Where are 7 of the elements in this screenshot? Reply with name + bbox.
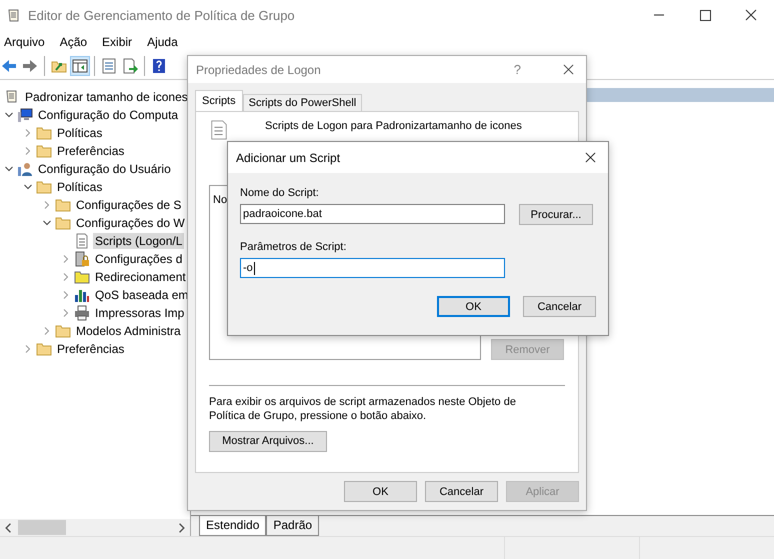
dialog-title: Adicionar um Script	[236, 150, 342, 164]
field-label: Nome do Script:	[240, 187, 320, 199]
dialog-title: Propriedades de Logon	[196, 62, 322, 76]
field-label: Parâmetros de Script:	[240, 241, 348, 253]
instruction-text: Para exibir os arquivos de script armazenados neste Objeto de Política de Grupo, pressione o botão abaixo.	[209, 396, 517, 424]
window-title: Editor de Gerenciamento de Política de Grupo	[28, 8, 296, 23]
heading: Scripts de Logon para Padronizartamanho de icones	[265, 120, 522, 132]
